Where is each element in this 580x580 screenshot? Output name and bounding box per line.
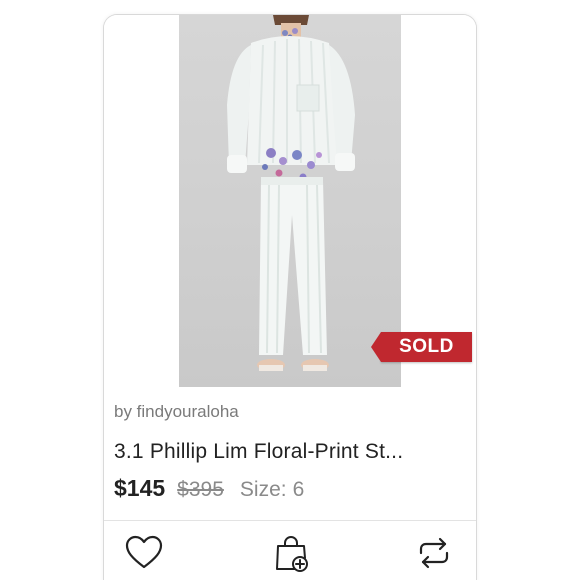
seller-byline[interactable]: by findyouraloha: [114, 402, 239, 422]
listing-photo[interactable]: [179, 15, 401, 387]
size-value: 6: [292, 478, 305, 501]
listing-title[interactable]: 3.1 Phillip Lim Floral-Print St...: [114, 440, 469, 464]
sold-badge: SOLD: [371, 332, 472, 362]
original-price: $395: [177, 478, 224, 501]
listing-card[interactable]: SOLD by findyouraloha 3.1 Phillip Lim Fl…: [103, 14, 477, 580]
action-divider: [104, 520, 476, 521]
model-illustration: [227, 15, 355, 371]
share-repost-icon: [414, 533, 454, 578]
shopping-bag-plus-icon: [271, 533, 311, 578]
heart-icon: [124, 533, 164, 578]
share-button[interactable]: [412, 533, 456, 577]
listing-photo-area[interactable]: SOLD: [104, 15, 476, 387]
price-row: $145 $395 Size: 6: [114, 475, 304, 505]
add-to-bundle-button[interactable]: [269, 533, 313, 577]
like-button[interactable]: [122, 533, 166, 577]
current-price: $145: [114, 475, 166, 501]
size-label: Size:: [239, 478, 287, 501]
listing-page: SOLD by findyouraloha 3.1 Phillip Lim Fl…: [0, 0, 580, 580]
